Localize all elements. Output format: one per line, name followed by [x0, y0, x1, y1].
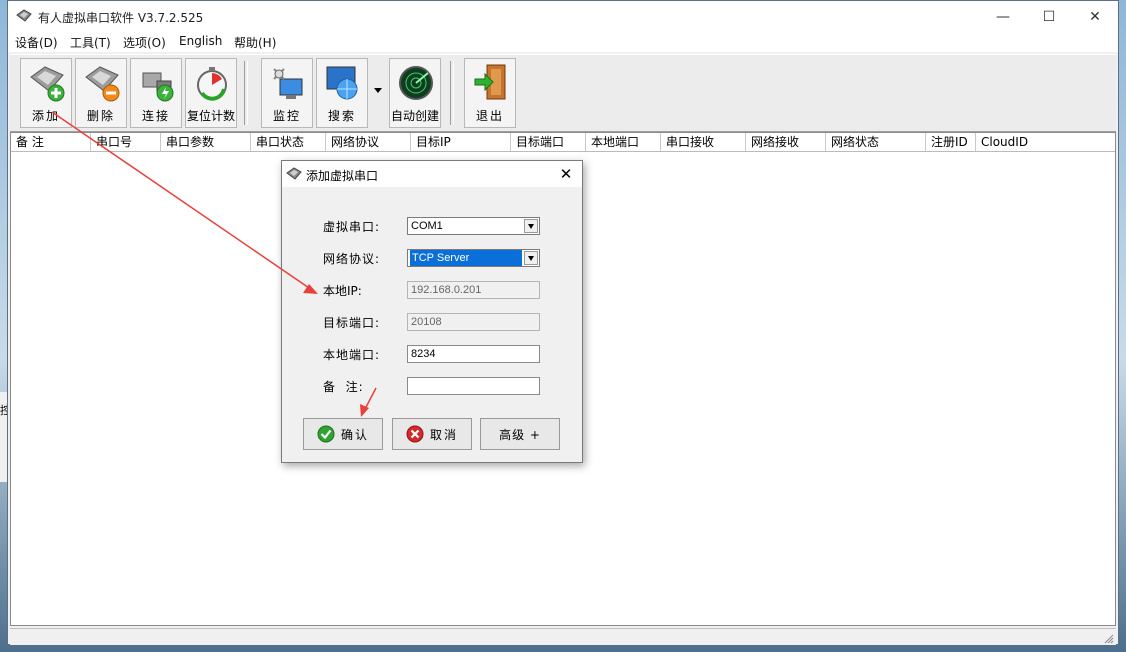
virtual-port-select[interactable]: COM1 [407, 217, 540, 235]
connect-button[interactable]: 连接 [130, 58, 182, 128]
col-remark[interactable]: 备 注 [11, 133, 91, 151]
dialog-title-bar[interactable]: 添加虚拟串口 ✕ [282, 161, 582, 187]
minimize-icon: — [996, 8, 1010, 25]
advanced-button[interactable]: 高级 + [480, 418, 560, 450]
auto-create-label: 自动创建 [390, 109, 439, 123]
monitor-label: 监控 [272, 109, 301, 123]
monitor-icon [273, 68, 303, 99]
col-local-port[interactable]: 本地端口 [586, 133, 661, 151]
resize-grip-icon[interactable] [1104, 634, 1114, 644]
connect-label: 连接 [141, 109, 170, 123]
dialog-app-icon [286, 167, 302, 180]
toolbar-separator [450, 61, 454, 125]
menu-english[interactable]: English [179, 34, 222, 48]
search-network-icon [326, 66, 358, 100]
local-ip-label: 本地IP: [323, 284, 362, 298]
local-port-value: 8234 [411, 348, 436, 360]
protocol-select[interactable]: TCP Server [407, 249, 540, 267]
close-icon: ✕ [559, 165, 573, 183]
local-port-input[interactable]: 8234 [407, 345, 540, 363]
title-bar[interactable]: 有人虚拟串口软件 V3.7.2.525 — ☐ ✕ [8, 1, 1118, 32]
reset-count-button[interactable]: 复位计数 [185, 58, 237, 128]
table-header: 备 注 串口号 串口参数 串口状态 网络协议 目标IP 目标端口 本地端口 串口… [11, 133, 1115, 152]
maximize-button[interactable]: ☐ [1026, 1, 1072, 32]
cancel-button[interactable]: 取消 [392, 418, 472, 450]
minimize-button[interactable]: — [980, 1, 1026, 32]
col-cloud-id[interactable]: CloudID [976, 133, 1115, 151]
add-label: 添加 [31, 109, 60, 123]
cancel-label: 取消 [429, 427, 458, 442]
search-button[interactable]: 搜索 [316, 58, 368, 128]
protocol-label: 网络协议: [323, 252, 381, 266]
col-net-status[interactable]: 网络状态 [826, 133, 926, 151]
window-title: 有人虚拟串口软件 V3.7.2.525 [38, 11, 204, 25]
maximize-icon: ☐ [1042, 8, 1056, 25]
radar-icon [399, 66, 433, 100]
remark-label: 备 注: [323, 380, 364, 394]
virtual-port-label: 虚拟串口: [323, 220, 381, 234]
close-button[interactable]: ✕ [1072, 1, 1118, 32]
toolbar: 添加 删除 连接 复位计数 监控 搜索 自动创建 退出 [10, 54, 1116, 132]
target-port-value: 20108 [411, 316, 442, 328]
delete-button[interactable]: 删除 [75, 58, 127, 128]
status-bar [10, 628, 1116, 645]
app-icon [16, 9, 32, 22]
check-icon [317, 425, 335, 443]
menu-device[interactable]: 设备(D) [15, 34, 58, 51]
stopwatch-icon [197, 67, 227, 101]
remark-input[interactable] [407, 377, 540, 395]
target-port-label: 目标端口: [323, 316, 381, 330]
target-port-field: 20108 [407, 313, 540, 331]
add-port-icon [30, 66, 65, 102]
local-ip-field: 192.168.0.201 [407, 281, 540, 299]
connect-icon [142, 72, 174, 102]
delete-port-icon [85, 66, 120, 102]
menu-help[interactable]: 帮助(H) [234, 34, 276, 51]
dialog-title: 添加虚拟串口 [306, 169, 379, 183]
protocol-value: TCP Server [410, 250, 522, 266]
menu-bar: 设备(D) 工具(T) 选项(O) English 帮助(H) [8, 32, 1118, 52]
auto-create-button[interactable]: 自动创建 [389, 58, 441, 128]
col-net-rx[interactable]: 网络接收 [746, 133, 826, 151]
local-port-label: 本地端口: [323, 348, 381, 362]
col-port-params[interactable]: 串口参数 [161, 133, 251, 151]
col-register-id[interactable]: 注册ID [926, 133, 976, 151]
delete-label: 删除 [86, 109, 115, 123]
col-target-ip[interactable]: 目标IP [411, 133, 511, 151]
chevron-down-icon[interactable] [524, 251, 538, 265]
add-virtual-port-dialog: 添加虚拟串口 ✕ 虚拟串口: COM1 网络协议: TCP Server 本地I… [281, 160, 583, 463]
confirm-button[interactable]: 确认 [303, 418, 383, 450]
dialog-close-button[interactable]: ✕ [556, 164, 576, 184]
col-port-number[interactable]: 串口号 [91, 133, 161, 151]
col-net-protocol[interactable]: 网络协议 [326, 133, 411, 151]
virtual-port-value: COM1 [411, 220, 443, 232]
search-label: 搜索 [327, 109, 356, 123]
cancel-x-icon [406, 425, 424, 443]
local-ip-value: 192.168.0.201 [411, 284, 482, 296]
col-port-status[interactable]: 串口状态 [251, 133, 326, 151]
confirm-label: 确认 [340, 427, 369, 442]
add-button[interactable]: 添加 [20, 58, 72, 128]
exit-label: 退出 [475, 109, 504, 123]
reset-count-label: 复位计数 [186, 109, 235, 123]
menu-tools[interactable]: 工具(T) [70, 34, 111, 51]
chevron-down-icon[interactable] [524, 219, 538, 233]
col-target-port[interactable]: 目标端口 [511, 133, 586, 151]
exit-button[interactable]: 退出 [464, 58, 516, 128]
exit-door-icon [474, 64, 506, 100]
search-dropdown-arrow-icon[interactable] [374, 88, 382, 93]
toolbar-separator [244, 61, 248, 125]
menu-options[interactable]: 选项(O) [123, 34, 166, 51]
advanced-label: 高级 + [499, 427, 541, 442]
monitor-button[interactable]: 监控 [261, 58, 313, 128]
col-serial-rx[interactable]: 串口接收 [661, 133, 746, 151]
close-icon: ✕ [1089, 8, 1101, 25]
